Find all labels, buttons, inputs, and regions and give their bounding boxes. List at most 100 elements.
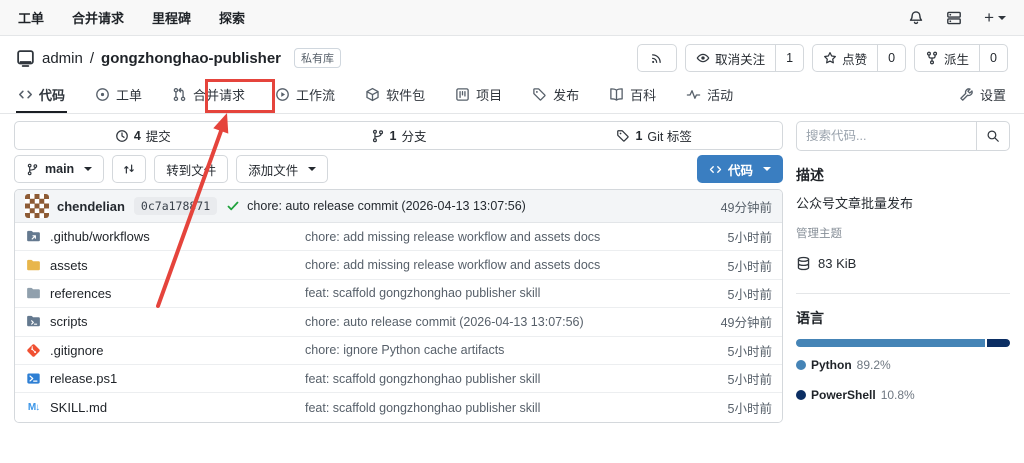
- powershell-bar-segment[interactable]: [987, 339, 1010, 347]
- file-link[interactable]: assets: [50, 258, 305, 273]
- language-name: PowerShell: [811, 388, 876, 402]
- chevron-down-icon: [84, 167, 92, 175]
- tab-settings[interactable]: 设置: [957, 78, 1008, 113]
- tab-projects[interactable]: 项目: [453, 78, 504, 113]
- branches-count: 1: [390, 129, 397, 143]
- file-commit-message[interactable]: chore: auto release commit (2026-04-13 1…: [305, 315, 684, 329]
- rss-feed-button[interactable]: [637, 44, 677, 72]
- manage-topics-link[interactable]: 管理主题: [796, 225, 1010, 241]
- table-row: references feat: scaffold gongzhonghao p…: [15, 280, 782, 308]
- book-icon: [609, 87, 624, 102]
- tab-label: 百科: [630, 85, 656, 104]
- tab-code[interactable]: 代码: [16, 78, 67, 113]
- file-link[interactable]: .github/workflows: [50, 229, 305, 244]
- repo-description: 公众号文章批量发布: [796, 193, 1010, 212]
- fork-button[interactable]: 派生 0: [914, 44, 1008, 72]
- file-commit-message[interactable]: chore: add missing release workflow and …: [305, 258, 684, 272]
- pulse-icon: [686, 87, 701, 102]
- navbar-links: 工单 合并请求 里程碑 探索: [18, 8, 245, 27]
- code-download-button[interactable]: 代码: [697, 155, 783, 183]
- tab-packages[interactable]: 软件包: [363, 78, 427, 113]
- unwatch-button[interactable]: 取消关注 1: [685, 44, 804, 72]
- nav-item-pull-requests[interactable]: 合并请求: [72, 8, 124, 27]
- file-commit-message[interactable]: feat: scaffold gongzhonghao publisher sk…: [305, 286, 684, 300]
- branch-toolbar: main 转到文件 添加文件 代码: [14, 154, 783, 184]
- file-link[interactable]: SKILL.md: [50, 400, 305, 415]
- file-link[interactable]: references: [50, 286, 305, 301]
- repo-header: admin / gongzhonghao-publisher 私有库 取消关注 …: [0, 38, 1024, 78]
- goto-file-button[interactable]: 转到文件: [154, 155, 228, 183]
- tags-stat[interactable]: 1 Git 标签: [526, 122, 782, 149]
- star-label: 点赞: [842, 49, 867, 68]
- clock-icon: [115, 129, 129, 143]
- file-commit-message[interactable]: chore: ignore Python cache artifacts: [305, 343, 684, 357]
- branches-label: 分支: [401, 126, 426, 145]
- notifications-bell-icon[interactable]: [908, 10, 924, 26]
- python-bar-segment[interactable]: [796, 339, 985, 347]
- search-button[interactable]: [976, 121, 1010, 151]
- watch-count[interactable]: 1: [775, 45, 803, 71]
- tab-wiki[interactable]: 百科: [607, 78, 658, 113]
- repo-separator: /: [90, 50, 94, 67]
- branches-stat[interactable]: 1 分支: [271, 122, 527, 149]
- star-button[interactable]: 点赞 0: [812, 44, 906, 72]
- star-count[interactable]: 0: [877, 45, 905, 71]
- branch-icon: [26, 163, 39, 176]
- file-commit-message[interactable]: feat: scaffold gongzhonghao publisher sk…: [305, 401, 684, 415]
- compare-button[interactable]: [112, 155, 146, 183]
- file-link[interactable]: release.ps1: [50, 371, 305, 386]
- python-legend-item[interactable]: Python 89.2%: [796, 358, 891, 372]
- wrench-icon: [959, 87, 974, 102]
- repo-sidebar: 描述 公众号文章批量发布 管理主题 83 KiB 语言 Python 89.2%…: [796, 121, 1010, 423]
- code-icon: [18, 87, 33, 102]
- repo-title: admin / gongzhonghao-publisher 私有库: [16, 48, 341, 68]
- file-commit-time: 49分钟前: [684, 312, 772, 331]
- repo-owner-link[interactable]: admin: [42, 50, 83, 67]
- powershell-legend-item[interactable]: PowerShell 10.8%: [796, 388, 915, 402]
- admin-panel-icon[interactable]: [946, 10, 962, 26]
- branch-selector[interactable]: main: [14, 155, 104, 183]
- add-file-button[interactable]: 添加文件: [236, 155, 328, 183]
- commits-count: 4: [134, 129, 141, 143]
- commit-status-check-icon[interactable]: [226, 199, 240, 213]
- file-link[interactable]: scripts: [50, 314, 305, 329]
- fork-icon: [925, 51, 939, 65]
- commit-hash[interactable]: 0c7a178871: [134, 197, 217, 215]
- tab-activity[interactable]: 活动: [684, 78, 735, 113]
- powershell-icon: [25, 371, 42, 386]
- nav-item-issues[interactable]: 工单: [18, 8, 44, 27]
- commit-author[interactable]: chendelian: [57, 199, 125, 214]
- tab-workflows[interactable]: 工作流: [273, 78, 337, 113]
- file-link[interactable]: .gitignore: [50, 343, 305, 358]
- file-commit-time: 5小时前: [684, 227, 772, 246]
- tab-label: 合并请求: [193, 85, 245, 104]
- current-branch-name: main: [45, 162, 74, 176]
- avatar[interactable]: [25, 194, 49, 218]
- nav-item-milestones[interactable]: 里程碑: [152, 8, 191, 27]
- fork-count[interactable]: 0: [979, 45, 1007, 71]
- tags-label: Git 标签: [647, 126, 691, 145]
- language-bar[interactable]: [796, 339, 1010, 347]
- repo-name-link[interactable]: gongzhonghao-publisher: [101, 50, 281, 67]
- tab-pull-requests[interactable]: 合并请求: [170, 78, 247, 113]
- search-input[interactable]: [796, 121, 976, 151]
- table-row: .gitignore chore: ignore Python cache ar…: [15, 337, 782, 365]
- table-row: release.ps1 feat: scaffold gongzhonghao …: [15, 365, 782, 393]
- commit-time: 49分钟前: [711, 197, 772, 216]
- file-commit-message[interactable]: feat: scaffold gongzhonghao publisher sk…: [305, 372, 684, 386]
- rss-icon: [650, 51, 664, 65]
- tab-releases[interactable]: 发布: [530, 78, 581, 113]
- file-commit-message[interactable]: chore: add missing release workflow and …: [305, 230, 684, 244]
- database-icon: [796, 256, 811, 271]
- play-circle-icon: [275, 87, 290, 102]
- nav-item-explore[interactable]: 探索: [219, 8, 245, 27]
- package-icon: [365, 87, 380, 102]
- python-color-dot: [796, 360, 806, 370]
- branch-icon: [371, 129, 385, 143]
- language-name: Python: [811, 358, 852, 372]
- commits-stat[interactable]: 4 提交: [15, 122, 271, 149]
- compare-icon: [122, 162, 136, 176]
- create-new-button[interactable]: +: [984, 8, 1006, 28]
- tab-issues[interactable]: 工单: [93, 78, 144, 113]
- commit-message[interactable]: chore: auto release commit (2026-04-13 1…: [247, 199, 526, 213]
